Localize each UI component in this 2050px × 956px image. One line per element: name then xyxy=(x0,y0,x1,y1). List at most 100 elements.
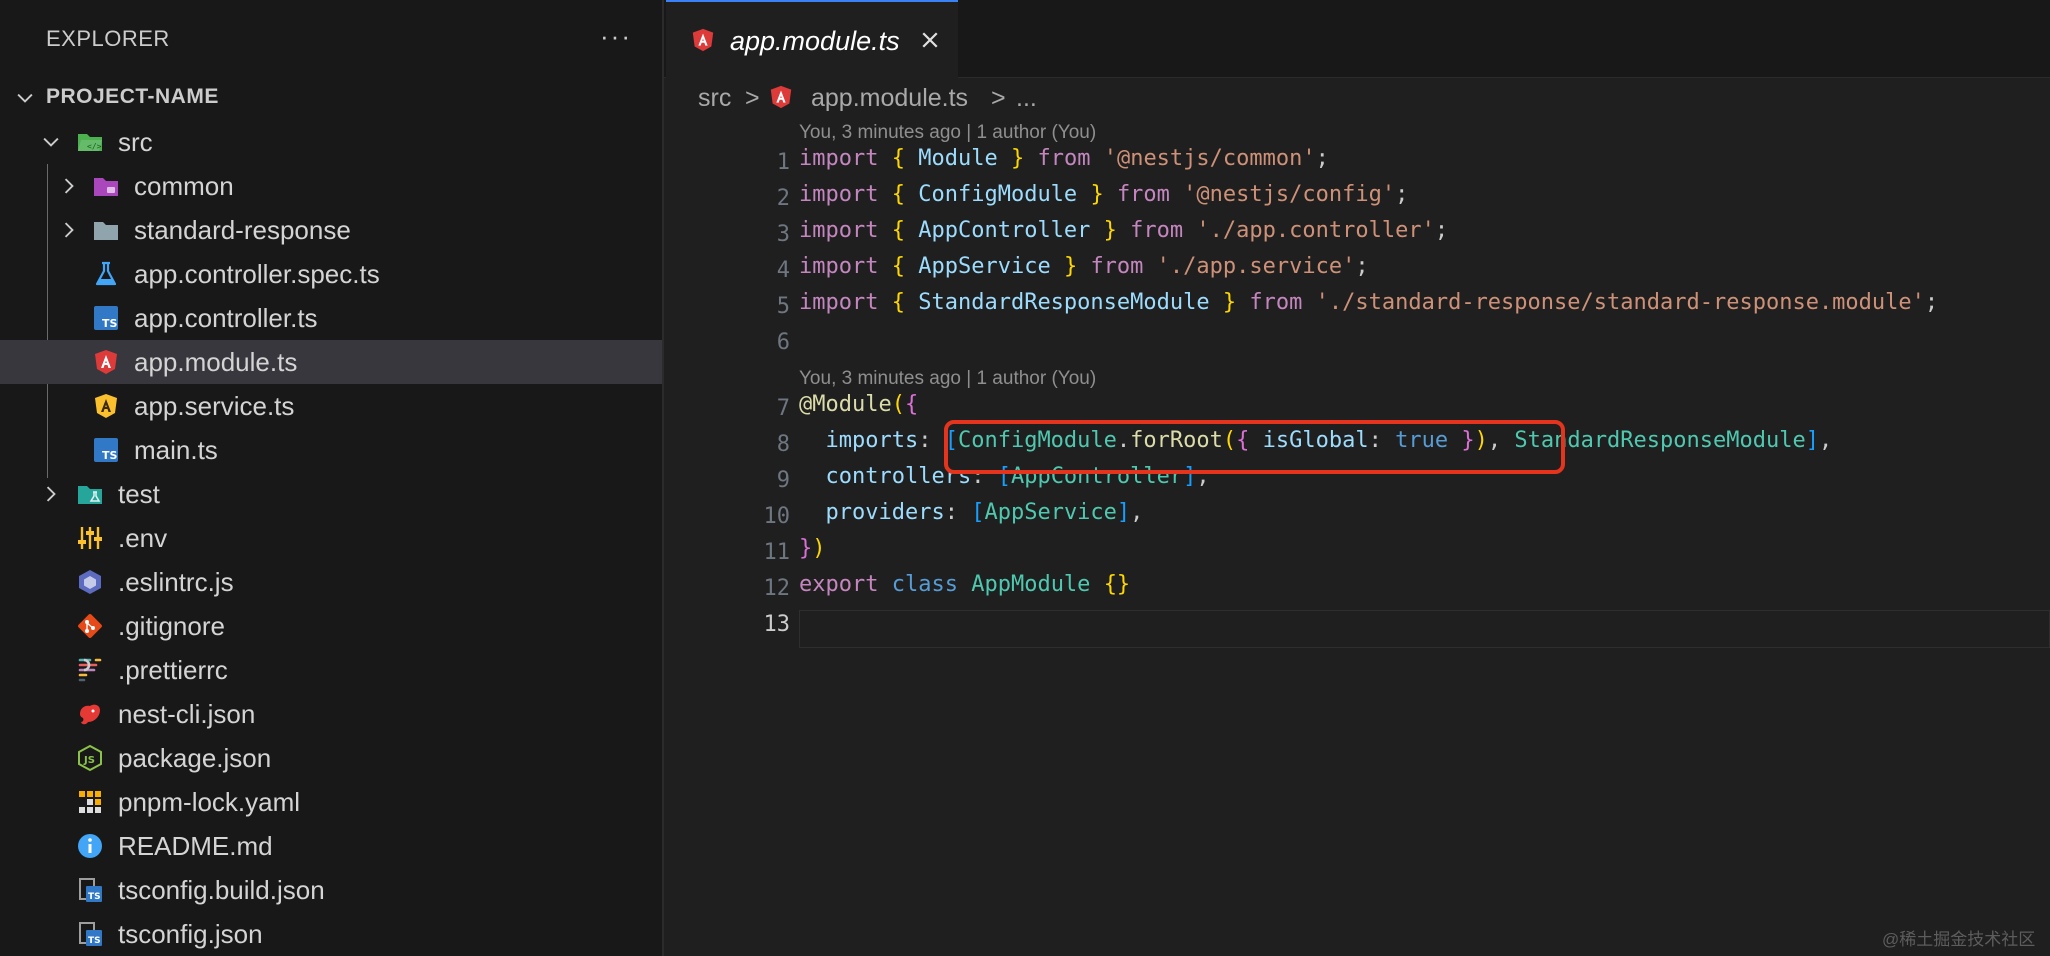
svg-text:TS: TS xyxy=(102,317,118,330)
tree-item-common[interactable]: common xyxy=(0,164,662,208)
tree-item-label: test xyxy=(118,479,160,509)
tree-item-label: tsconfig.build.json xyxy=(118,875,325,905)
line-number: 4 xyxy=(776,258,790,283)
tab-label: app.module.ts xyxy=(730,26,900,56)
explorer-title: EXPLORER xyxy=(46,26,170,51)
chevron-down-icon xyxy=(40,131,62,153)
chevron-right-icon xyxy=(58,219,80,241)
tree-item-src[interactable]: </> src xyxy=(0,120,662,164)
tree-item-label: .prettierrc xyxy=(118,655,228,685)
folder-src-open-icon: </> xyxy=(76,128,104,156)
tree-item-label: .eslintrc.js xyxy=(118,567,234,597)
angular-module-icon xyxy=(768,84,794,110)
svg-text:JS: JS xyxy=(83,755,95,766)
tree-item-app-controller-spec[interactable]: app.controller.spec.ts xyxy=(0,252,662,296)
pnpm-icon xyxy=(76,788,104,816)
code-editor[interactable]: import { Module } from '@nestjs/common';… xyxy=(799,146,1938,725)
svg-text:TS: TS xyxy=(102,449,118,462)
breadcrumb-more[interactable]: ... xyxy=(1016,84,1037,113)
tree-item-standard-response[interactable]: standard-response xyxy=(0,208,662,252)
line-number: 6 xyxy=(776,330,790,355)
svg-text:TS: TS xyxy=(88,936,101,946)
editor-tab-bar: app.module.ts xyxy=(664,0,2050,78)
info-icon xyxy=(76,832,104,860)
tree-item-label: main.ts xyxy=(134,435,218,465)
tree-item-label: app.module.ts xyxy=(134,347,298,377)
tree-item-test[interactable]: test xyxy=(0,472,662,516)
line-number: 3 xyxy=(776,222,790,247)
tree-item-main[interactable]: TS main.ts xyxy=(0,428,662,472)
svg-text:TS: TS xyxy=(88,892,101,902)
tree-item-label: .gitignore xyxy=(118,611,225,641)
code-line: import { Module } from '@nestjs/common'; xyxy=(799,146,1329,171)
code-line: }) xyxy=(799,536,826,561)
project-root[interactable]: PROJECT-NAME xyxy=(0,81,662,117)
code-line: import { AppController } from './app.con… xyxy=(799,218,1449,243)
nodejs-icon: JS xyxy=(76,744,104,772)
current-line-highlight xyxy=(799,610,2050,648)
typescript-icon: TS xyxy=(92,304,120,332)
tree-item-label: app.controller.ts xyxy=(134,303,318,333)
breadcrumb-folder[interactable]: src xyxy=(698,84,731,113)
tree-item-label: pnpm-lock.yaml xyxy=(118,787,301,817)
highlight-annotation-box xyxy=(944,420,1565,474)
angular-service-icon xyxy=(92,392,120,420)
tree-item-pnpm-lock[interactable]: pnpm-lock.yaml xyxy=(0,780,662,824)
chevron-down-icon xyxy=(14,87,36,109)
test-flask-icon xyxy=(92,260,120,288)
tab-app-module[interactable]: app.module.ts xyxy=(666,0,958,78)
close-icon[interactable] xyxy=(918,28,942,52)
line-number: 7 xyxy=(776,396,790,421)
tree-item-label: tsconfig.json xyxy=(118,919,263,949)
line-number: 1 xyxy=(776,150,790,175)
line-number: 9 xyxy=(776,468,790,493)
tree-item-tsconfig[interactable]: TS tsconfig.json xyxy=(0,912,662,956)
svg-text:</>: </> xyxy=(87,142,102,151)
tree-item-gitignore[interactable]: .gitignore xyxy=(0,604,662,648)
tree-item-label: .env xyxy=(118,523,168,553)
line-number: 11 xyxy=(763,540,791,565)
breadcrumb-separator: > xyxy=(745,84,760,112)
angular-module-icon xyxy=(92,348,120,376)
prettier-icon xyxy=(76,656,104,684)
tree-item-label: common xyxy=(134,171,234,201)
tree-item-package-json[interactable]: JS package.json xyxy=(0,736,662,780)
line-number: 10 xyxy=(763,504,791,529)
ellipsis-icon[interactable]: ··· xyxy=(600,23,632,49)
folder-icon xyxy=(92,216,120,244)
folder-common-icon xyxy=(92,172,120,200)
angular-module-icon xyxy=(690,27,716,53)
breadcrumb-file[interactable]: app.module.ts xyxy=(811,84,968,113)
tree-item-prettierrc[interactable]: .prettierrc xyxy=(0,648,662,692)
tree-item-label: src xyxy=(118,127,153,157)
env-settings-icon xyxy=(76,524,104,552)
line-number: 5 xyxy=(776,294,790,319)
breadcrumb-separator: > xyxy=(991,84,1006,112)
code-line: export class AppModule {} xyxy=(799,572,1131,597)
line-number: 2 xyxy=(776,186,790,211)
tree-item-nest-cli[interactable]: nest-cli.json xyxy=(0,692,662,736)
tree-item-label: package.json xyxy=(118,743,272,773)
tree-item-readme[interactable]: README.md xyxy=(0,824,662,868)
tree-item-eslintrc[interactable]: .eslintrc.js xyxy=(0,560,662,604)
tree-item-app-module[interactable]: app.module.ts xyxy=(0,340,662,384)
tree-item-label: standard-response xyxy=(134,215,351,245)
tsconfig-icon: TS xyxy=(76,920,104,948)
code-line: providers: [AppService], xyxy=(825,500,1144,525)
tree-item-label: app.controller.spec.ts xyxy=(134,259,380,289)
tree-item-env[interactable]: .env xyxy=(0,516,662,560)
tsconfig-icon: TS xyxy=(76,876,104,904)
tree-item-label: app.service.ts xyxy=(134,391,295,421)
eslint-icon xyxy=(76,568,104,596)
line-number-current: 13 xyxy=(763,612,791,637)
tree-item-label: nest-cli.json xyxy=(118,699,256,729)
line-number: 8 xyxy=(776,432,790,457)
typescript-icon: TS xyxy=(92,436,120,464)
tree-item-tsconfig-build[interactable]: TS tsconfig.build.json xyxy=(0,868,662,912)
code-line: import { AppService } from './app.servic… xyxy=(799,254,1369,279)
tree-item-app-controller[interactable]: TS app.controller.ts xyxy=(0,296,662,340)
folder-test-icon xyxy=(76,480,104,508)
line-number: 12 xyxy=(763,576,791,601)
tree-item-app-service[interactable]: app.service.ts xyxy=(0,384,662,428)
git-icon xyxy=(76,612,104,640)
